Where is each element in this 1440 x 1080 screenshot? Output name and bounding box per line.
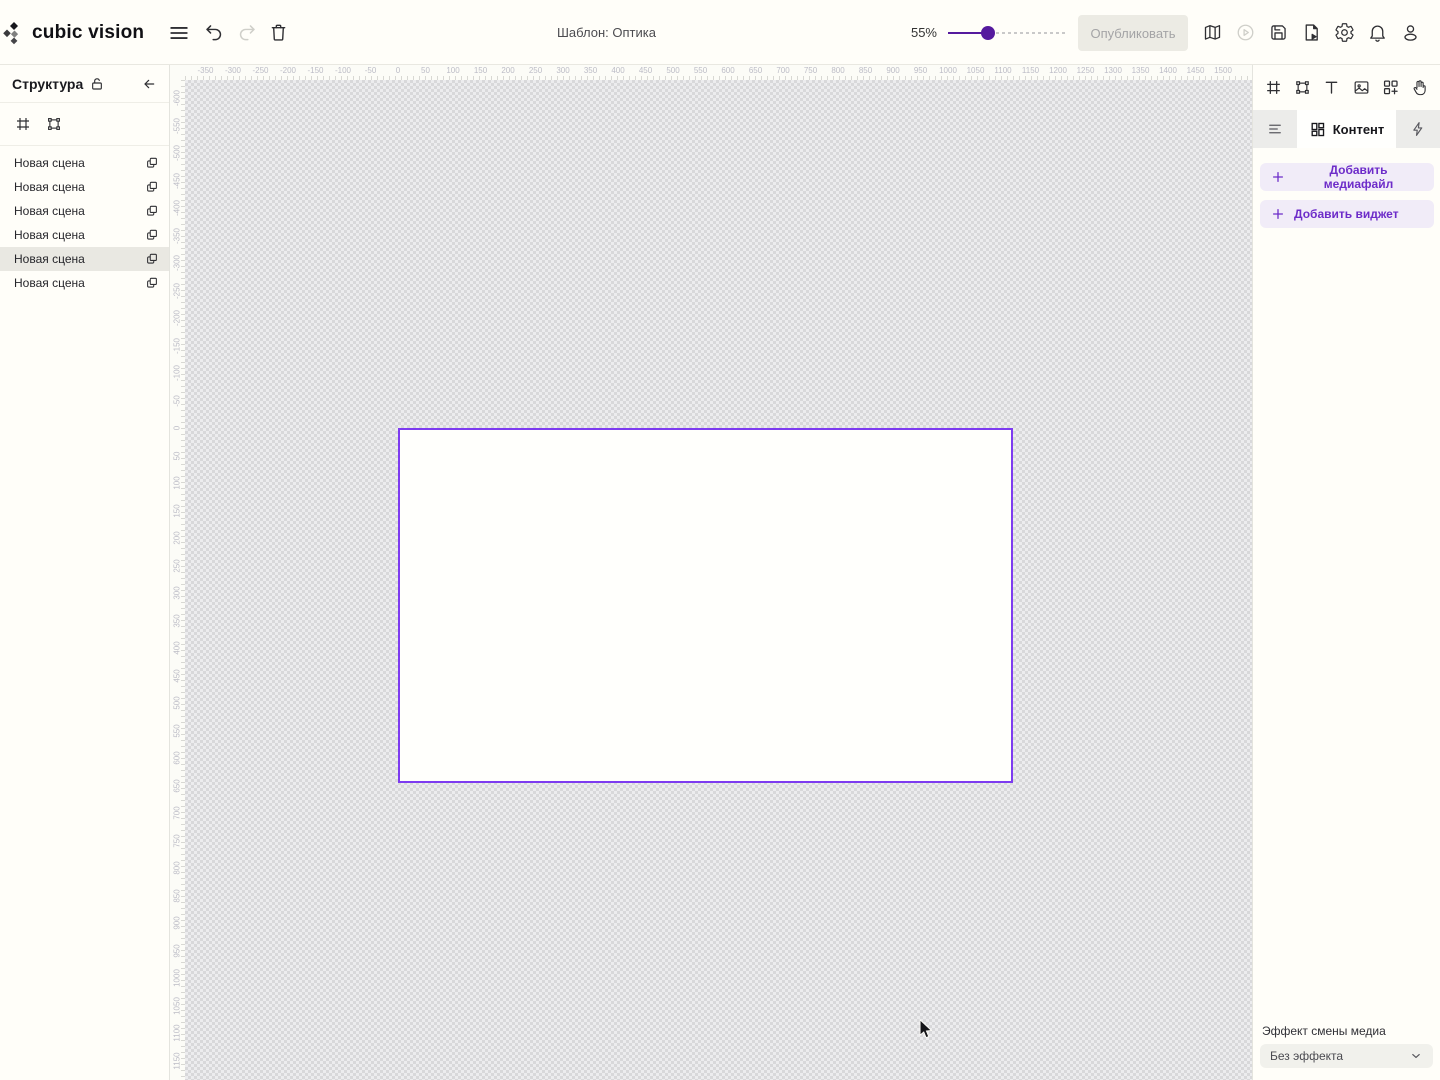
- canvas-region: -350-300-250-200-150-100-500501001502002…: [170, 65, 1252, 1080]
- scene-list-item[interactable]: Новая сцена: [0, 247, 169, 271]
- lock-open-icon[interactable]: [89, 76, 105, 92]
- mouse-cursor-icon: [917, 1019, 935, 1039]
- redo-icon: [236, 0, 257, 65]
- play-circle-icon: [1235, 0, 1256, 65]
- frame-icon[interactable]: [1264, 78, 1283, 97]
- structure-panel-header: Структура: [0, 65, 169, 103]
- scene-label: Новая сцена: [14, 180, 145, 194]
- add-widget-button[interactable]: Добавить виджет: [1260, 200, 1434, 228]
- scene-list-item[interactable]: Новая сцена: [0, 151, 169, 175]
- settings-icon[interactable]: [1334, 0, 1355, 65]
- hand-icon[interactable]: [1410, 78, 1429, 97]
- scene-label: Новая сцена: [14, 252, 145, 266]
- duplicate-icon[interactable]: [145, 204, 159, 218]
- tab-content[interactable]: Контент: [1297, 110, 1396, 148]
- scene-list-item[interactable]: Новая сцена: [0, 271, 169, 295]
- tab-actions[interactable]: [1396, 110, 1440, 148]
- text-icon[interactable]: [1322, 78, 1341, 97]
- effect-select-value: Без эффекта: [1270, 1049, 1409, 1063]
- app-root: cubic vision Шаблон: Оптика 55% Опублико…: [0, 0, 1440, 1080]
- zoom-slider-thumb[interactable]: [981, 26, 995, 40]
- add-media-button[interactable]: Добавить медиафайл: [1260, 163, 1434, 191]
- structure-panel: Структура Новая сцена Новая сцена: [0, 65, 170, 1080]
- script-icon[interactable]: [1301, 0, 1322, 65]
- scene-list-item[interactable]: Новая сцена: [0, 199, 169, 223]
- effect-select[interactable]: Без эффекта: [1260, 1044, 1433, 1068]
- duplicate-icon[interactable]: [145, 252, 159, 266]
- collapse-arrow-icon[interactable]: [141, 76, 157, 92]
- canvas-viewport[interactable]: [185, 80, 1252, 1080]
- inspector-tabs: Контент: [1253, 110, 1440, 148]
- save-icon[interactable]: [1268, 0, 1289, 65]
- scene-label: Новая сцена: [14, 156, 145, 170]
- menu-icon[interactable]: [168, 0, 190, 65]
- template-label: Шаблон: Оптика: [557, 0, 656, 65]
- inspector-toolbar: [1253, 65, 1440, 110]
- list-icon: [1266, 120, 1284, 138]
- scene-label: Новая сцена: [14, 204, 145, 218]
- frame-icon[interactable]: [14, 115, 32, 133]
- ruler-horizontal: -350-300-250-200-150-100-500501001502002…: [185, 65, 1252, 80]
- trash-icon[interactable]: [268, 0, 289, 65]
- top-bar: cubic vision Шаблон: Оптика 55% Опублико…: [0, 0, 1440, 65]
- effect-label: Эффект смены медиа: [1262, 1024, 1431, 1038]
- tab-layers[interactable]: [1253, 110, 1297, 148]
- tab-content-label: Контент: [1333, 122, 1385, 137]
- add-media-label: Добавить медиафайл: [1294, 163, 1423, 191]
- duplicate-icon[interactable]: [145, 276, 159, 290]
- scene-canvas[interactable]: [398, 428, 1013, 783]
- map-icon[interactable]: [1202, 0, 1223, 65]
- widgets-icon[interactable]: [1381, 78, 1400, 97]
- plus-icon: [1271, 207, 1285, 221]
- inspector-panel: Контент Добавить медиафайл Добавить видж…: [1252, 65, 1440, 1080]
- zoom-slider[interactable]: [948, 24, 1066, 42]
- undo-icon[interactable]: [204, 0, 225, 65]
- structure-tools: [0, 103, 169, 146]
- duplicate-icon[interactable]: [145, 180, 159, 194]
- selection-icon[interactable]: [45, 115, 63, 133]
- topbar-right-icons: [1202, 0, 1421, 65]
- ruler-vertical: -600-550-500-450-400-350-300-250-200-150…: [170, 80, 185, 1080]
- plus-icon: [1271, 170, 1285, 184]
- account-icon[interactable]: [1400, 0, 1421, 65]
- scene-list-item[interactable]: Новая сцена: [0, 223, 169, 247]
- duplicate-icon[interactable]: [145, 228, 159, 242]
- logo-icon: [3, 21, 27, 45]
- scene-list: Новая сцена Новая сцена Новая сцена Нова…: [0, 146, 169, 295]
- scene-label: Новая сцена: [14, 228, 145, 242]
- media-effect-section: Эффект смены медиа Без эффекта: [1253, 1024, 1440, 1068]
- scene-list-item[interactable]: Новая сцена: [0, 175, 169, 199]
- selection-icon[interactable]: [1293, 78, 1312, 97]
- chevron-down-icon: [1409, 1049, 1423, 1063]
- scene-label: Новая сцена: [14, 276, 145, 290]
- add-widget-label: Добавить виджет: [1294, 207, 1399, 221]
- app-title: cubic vision: [32, 0, 144, 65]
- zoom-value: 55%: [903, 0, 937, 65]
- lightning-icon: [1409, 120, 1427, 138]
- duplicate-icon[interactable]: [145, 156, 159, 170]
- grid-icon: [1309, 121, 1326, 138]
- notifications-icon[interactable]: [1367, 0, 1388, 65]
- publish-button[interactable]: Опубликовать: [1078, 15, 1188, 51]
- structure-title: Структура: [12, 76, 83, 92]
- image-icon[interactable]: [1352, 78, 1371, 97]
